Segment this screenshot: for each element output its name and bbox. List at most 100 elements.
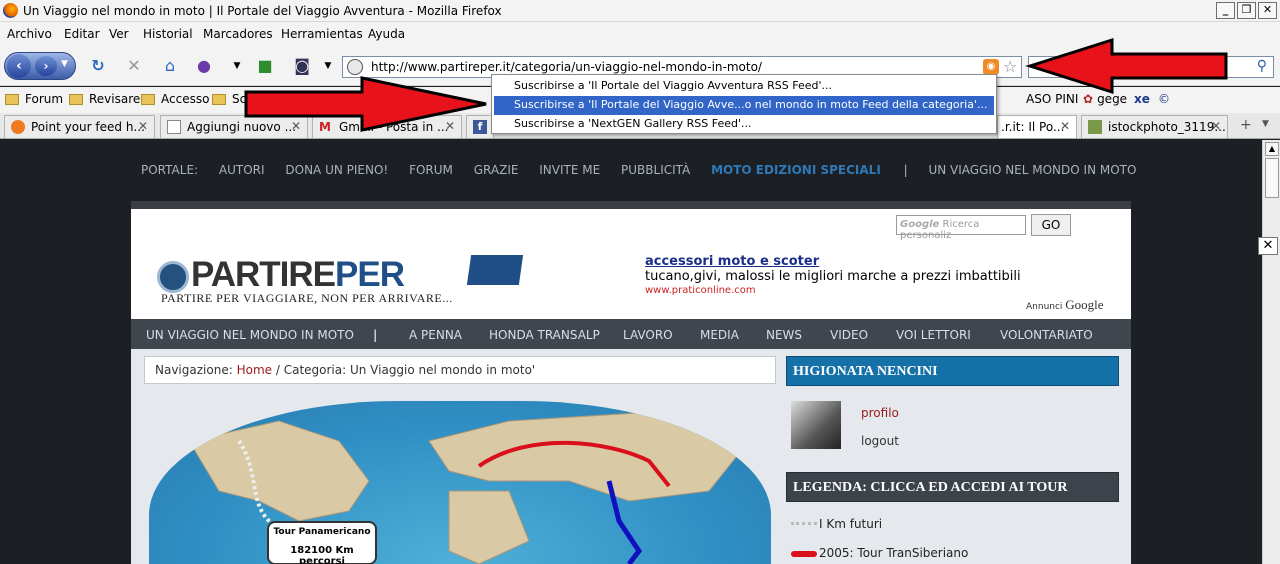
home-icon[interactable]: ⌂	[160, 56, 180, 76]
feed-subscribe-menu: Suscribirse a 'Il Portale del Viaggio Av…	[491, 74, 997, 134]
folder-icon	[5, 94, 19, 105]
folder-icon	[212, 94, 226, 105]
tab-close-icon[interactable]: ✕	[1211, 119, 1221, 133]
search-input[interactable]: ⚲	[1028, 56, 1274, 78]
tab-close-icon[interactable]: ✕	[291, 119, 301, 133]
google-search-input[interactable]: Google Ricerca personaliz	[896, 215, 1026, 241]
bookmark-star-icon[interactable]: ☆	[1003, 57, 1017, 76]
page-content: Navigazione: Home / Categoria: Un Viaggi…	[131, 349, 1131, 564]
bookmark-accesso[interactable]: Accesso	[141, 92, 209, 106]
stop-icon[interactable]: ✕	[124, 56, 144, 76]
topnav-forum[interactable]: FORUM	[409, 163, 453, 177]
menu-ayuda[interactable]: Ayuda	[368, 27, 405, 41]
tour-info-box[interactable]: Tour Panamericano 182100 Km percorsi	[267, 521, 377, 564]
logout-link[interactable]: logout	[861, 434, 899, 448]
world-map[interactable]: Tour Panamericano 182100 Km percorsi	[149, 401, 771, 564]
topnav-pubblicita[interactable]: PUBBLICITÀ	[621, 163, 690, 177]
scroll-thumb[interactable]	[1265, 158, 1279, 198]
reload-icon[interactable]: ↻	[88, 56, 108, 76]
window-title-bar: Un Viaggio nel mondo in moto | Il Portal…	[0, 0, 1280, 22]
page-icon	[167, 120, 181, 134]
nav-video[interactable]: VIDEO	[830, 328, 868, 342]
go-button[interactable]: GO	[1031, 214, 1071, 236]
topnav-invite[interactable]: INVITE ME	[539, 163, 600, 177]
folder-icon	[69, 94, 83, 105]
tab-list-icon[interactable]: ▼	[1262, 119, 1269, 129]
tab-istockphoto[interactable]: istockphoto_3119... ✕	[1081, 115, 1228, 138]
motorcycle-logo-icon	[466, 255, 524, 285]
new-tab-icon[interactable]: +	[1240, 117, 1252, 133]
menu-archivo[interactable]: Archivo	[7, 27, 52, 41]
feed-menu-item-categoria[interactable]: Suscribirse a 'Il Portale del Viaggio Av…	[494, 96, 994, 115]
menu-editar[interactable]: Editar	[64, 27, 100, 41]
legend-item-km-futuri[interactable]: I Km futuri	[791, 517, 882, 531]
screenshot-dropdown-icon[interactable]: ▼	[318, 56, 338, 76]
back-icon[interactable]: ‹	[7, 54, 31, 78]
topnav-grazie[interactable]: GRAZIE	[474, 163, 519, 177]
history-dropdown-icon[interactable]: ▼	[61, 59, 68, 69]
topnav-moto-edizioni[interactable]: MOTO EDIZIONI SPECIALI	[711, 163, 881, 177]
annunci-google[interactable]: Annunci Google	[1026, 297, 1104, 313]
nav-news[interactable]: NEWS	[766, 328, 802, 342]
site-logo[interactable]: PARTIREPER	[157, 255, 405, 295]
tab-close-icon[interactable]: ✕	[445, 119, 455, 133]
tab-aggiungi-nuovo[interactable]: Aggiungi nuovo ... ✕	[160, 115, 308, 138]
nav-honda-transalp[interactable]: HONDA TRANSALP	[489, 328, 600, 342]
dotted-line-icon	[791, 521, 817, 528]
xe-icon[interactable]: xe	[1134, 92, 1150, 106]
bookmark-sc[interactable]: Sc	[212, 92, 246, 106]
tab-facebook[interactable]: f	[466, 115, 494, 138]
nav-a-penna[interactable]: A PENNA	[409, 328, 462, 342]
screenshot-icon[interactable]: ◙	[292, 56, 312, 76]
menu-ver[interactable]: Ver	[109, 27, 129, 41]
minimize-button[interactable]: _	[1216, 2, 1235, 19]
feed-menu-item-nextgen[interactable]: Suscribirse a 'NextGEN Gallery RSS Feed'…	[494, 115, 994, 134]
tab-point-your-feed[interactable]: Point your feed h... ✕	[4, 115, 155, 138]
scroll-up-icon[interactable]: ▲	[1265, 142, 1279, 156]
ad-title-link[interactable]: accessori moto e scoter	[645, 254, 1021, 269]
addon-icon[interactable]: ●	[194, 56, 214, 76]
forward-icon[interactable]: ›	[35, 56, 57, 76]
google-toolbar-icon[interactable]: ■	[255, 56, 275, 76]
bookmark-gege[interactable]: ✿ gege	[1083, 92, 1127, 106]
bookmark-forum[interactable]: Forum	[5, 92, 63, 106]
ad-description: tucano,givi, malossi le migliori marche …	[645, 269, 1021, 284]
addon-dropdown-icon[interactable]: ▼	[227, 56, 247, 76]
topnav-dona[interactable]: DONA UN PIENO!	[285, 163, 388, 177]
tab-close-icon[interactable]: ✕	[138, 119, 148, 133]
topnav-autori[interactable]: AUTORI	[219, 163, 265, 177]
back-forward-group: ‹ › ▼	[4, 52, 76, 80]
nav-voi-lettori[interactable]: VOI LETTORI	[896, 328, 971, 342]
menu-herramientas[interactable]: Herramientas	[281, 27, 363, 41]
tab-close-icon[interactable]: ✕	[1060, 119, 1070, 133]
extension-c-icon[interactable]: ©	[1158, 92, 1170, 106]
facebook-icon: f	[473, 120, 487, 134]
search-icon[interactable]: ⚲	[1257, 58, 1267, 74]
bookmark-revisare[interactable]: Revisare	[69, 92, 140, 106]
menu-marcadores[interactable]: Marcadores	[203, 27, 273, 41]
tab-partireper[interactable]: .r.it: Il Po... ✕	[997, 115, 1077, 138]
ad-url[interactable]: www.praticonline.com	[645, 285, 1021, 296]
breadcrumb-home-link[interactable]: Home	[237, 363, 272, 377]
profilo-link[interactable]: profilo	[861, 406, 899, 420]
tab-gmail[interactable]: M Gmail - Posta in ... ✕	[312, 115, 462, 138]
topnav-viaggio[interactable]: UN VIAGGIO NEL MONDO IN MOTO	[928, 163, 1136, 177]
nav-media[interactable]: MEDIA	[700, 328, 739, 342]
bookmark-aso-pini[interactable]: ASO PINI	[1026, 92, 1078, 106]
nav-viaggio[interactable]: UN VIAGGIO NEL MONDO IN MOTO	[146, 328, 354, 342]
breadcrumb: Navigazione: Home / Categoria: Un Viaggi…	[144, 356, 776, 384]
vertical-scrollbar[interactable]: ▲	[1262, 140, 1280, 564]
nav-volontariato[interactable]: VOLONTARIATO	[1000, 328, 1093, 342]
avatar	[791, 401, 841, 449]
google-ad: accessori moto e scoter tucano,givi, mal…	[645, 254, 1021, 296]
feed-menu-item-portale[interactable]: Suscribirse a 'Il Portale del Viaggio Av…	[494, 77, 994, 96]
nav-lavoro[interactable]: LAVORO	[623, 328, 673, 342]
legend-item-transiberiano[interactable]: 2005: Tour TranSiberiano	[791, 546, 968, 560]
rss-feed-icon[interactable]: ◉	[983, 59, 999, 75]
site-identity-icon[interactable]	[347, 59, 363, 75]
close-panel-icon[interactable]: ✕	[1258, 237, 1278, 255]
close-window-button[interactable]: ✕	[1258, 2, 1277, 19]
maximize-button[interactable]: ❐	[1237, 2, 1256, 19]
site-tagline: PARTIRE PER VIAGGIARE, NON PER ARRIVARE.…	[161, 291, 453, 305]
menu-historial[interactable]: Historial	[143, 27, 193, 41]
